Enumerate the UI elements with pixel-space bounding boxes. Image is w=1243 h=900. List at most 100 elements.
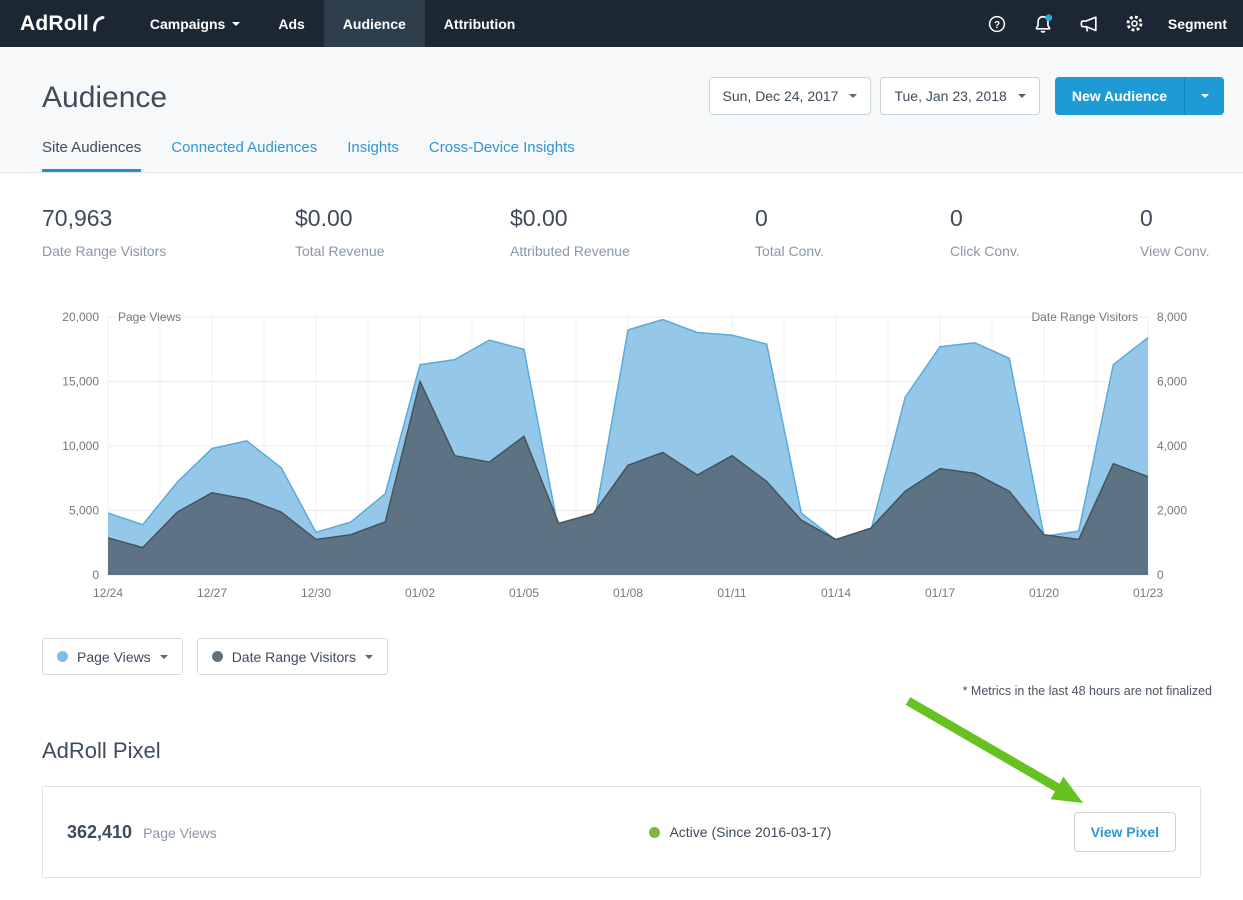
- nav-attribution[interactable]: Attribution: [425, 0, 535, 47]
- stat-total-revenue: $0.00 Total Revenue: [295, 205, 510, 259]
- adroll-logo[interactable]: AdRoll: [0, 0, 117, 47]
- svg-text:15,000: 15,000: [62, 375, 99, 389]
- stat-value: 0: [950, 205, 1140, 232]
- top-navbar: AdRoll Campaigns Ads Audience Attributio…: [0, 0, 1243, 47]
- stat-attributed-revenue: $0.00 Attributed Revenue: [510, 205, 755, 259]
- stat-value: $0.00: [295, 205, 510, 232]
- page-title: Audience: [42, 81, 167, 115]
- logo-swoosh-icon: [92, 15, 105, 32]
- tab-connected-audiences[interactable]: Connected Audiences: [171, 139, 317, 172]
- page-header: Audience Sun, Dec 24, 2017 Tue, Jan 23, …: [0, 47, 1243, 173]
- svg-text:0: 0: [1157, 568, 1164, 582]
- chevron-down-icon: [849, 94, 857, 98]
- end-date-picker[interactable]: Tue, Jan 23, 2018: [880, 77, 1039, 115]
- view-pixel-button[interactable]: View Pixel: [1074, 812, 1176, 852]
- svg-text:01/02: 01/02: [405, 586, 435, 600]
- page-views-legend-label: Page Views: [77, 649, 151, 665]
- svg-text:01/05: 01/05: [509, 586, 539, 600]
- nav-campaigns-label: Campaigns: [150, 16, 225, 32]
- nav-campaigns[interactable]: Campaigns: [131, 0, 259, 47]
- svg-text:12/30: 12/30: [301, 586, 331, 600]
- segment-menu[interactable]: Segment: [1168, 16, 1227, 32]
- stat-value: 70,963: [42, 205, 295, 232]
- chevron-down-icon: [232, 22, 240, 26]
- svg-text:4,000: 4,000: [1157, 439, 1187, 453]
- chart-legend: Page Views Date Range Visitors: [42, 638, 1201, 675]
- end-date-label: Tue, Jan 23, 2018: [894, 88, 1006, 104]
- date-range-visitors-legend-dropdown[interactable]: Date Range Visitors: [197, 638, 388, 675]
- chart-canvas: 05,00010,00015,00020,00002,0004,0006,000…: [42, 307, 1201, 609]
- chevron-down-icon: [1201, 94, 1209, 98]
- pixel-status: Active (Since 2016-03-17): [407, 824, 1074, 840]
- svg-text:20,000: 20,000: [62, 310, 99, 324]
- stat-value: 0: [755, 205, 950, 232]
- stat-value: $0.00: [510, 205, 755, 232]
- main-navigation: Campaigns Ads Audience Attribution: [131, 0, 534, 47]
- nav-attribution-label: Attribution: [444, 16, 516, 32]
- svg-text:6,000: 6,000: [1157, 375, 1187, 389]
- date-range-visitors-color-dot: [212, 651, 223, 662]
- nav-audience-label: Audience: [343, 16, 406, 32]
- nav-ads[interactable]: Ads: [259, 0, 323, 47]
- navbar-right: ? Segment: [974, 0, 1243, 47]
- pixel-status-text: Active (Since 2016-03-17): [669, 824, 831, 840]
- chevron-down-icon: [1018, 94, 1026, 98]
- new-audience-split-button: New Audience: [1055, 77, 1224, 115]
- megaphone-icon[interactable]: [1066, 0, 1112, 47]
- svg-text:12/27: 12/27: [197, 586, 227, 600]
- logo-text: AdRoll: [20, 12, 89, 36]
- header-controls: Sun, Dec 24, 2017 Tue, Jan 23, 2018 New …: [709, 77, 1225, 115]
- stat-label: Click Conv.: [950, 243, 1140, 259]
- pixel-page-views: 362,410 Page Views: [67, 822, 407, 843]
- stats-row: 70,963 Date Range Visitors $0.00 Total R…: [0, 173, 1243, 283]
- svg-text:10,000: 10,000: [62, 439, 99, 453]
- svg-text:?: ?: [994, 20, 1000, 31]
- stat-label: View Conv.: [1140, 243, 1210, 259]
- stat-label: Date Range Visitors: [42, 243, 295, 259]
- start-date-picker[interactable]: Sun, Dec 24, 2017: [709, 77, 872, 115]
- nav-ads-label: Ads: [278, 16, 304, 32]
- stat-view-conv: 0 View Conv.: [1140, 205, 1210, 259]
- help-icon[interactable]: ?: [974, 0, 1020, 47]
- adroll-pixel-card: 362,410 Page Views Active (Since 2016-03…: [42, 786, 1201, 878]
- status-dot: [649, 827, 660, 838]
- audience-area-chart: 05,00010,00015,00020,00002,0004,0006,000…: [42, 307, 1201, 614]
- pixel-page-views-value: 362,410: [67, 822, 132, 843]
- svg-text:01/14: 01/14: [821, 586, 851, 600]
- tab-insights[interactable]: Insights: [347, 139, 399, 172]
- svg-text:5,000: 5,000: [69, 504, 99, 518]
- tab-site-audiences[interactable]: Site Audiences: [42, 139, 141, 172]
- pixel-page-views-label: Page Views: [143, 825, 217, 841]
- svg-text:01/08: 01/08: [613, 586, 643, 600]
- chevron-down-icon: [365, 655, 373, 659]
- chevron-down-icon: [160, 655, 168, 659]
- date-range-visitors-legend-label: Date Range Visitors: [232, 649, 356, 665]
- svg-text:Date Range Visitors: Date Range Visitors: [1032, 310, 1139, 324]
- stat-date-range-visitors: 70,963 Date Range Visitors: [42, 205, 295, 259]
- audience-tabs: Site Audiences Connected Audiences Insig…: [0, 115, 1243, 172]
- svg-text:01/11: 01/11: [717, 586, 746, 600]
- svg-text:01/23: 01/23: [1133, 586, 1163, 600]
- new-audience-button[interactable]: New Audience: [1055, 77, 1184, 115]
- tab-cross-device-insights[interactable]: Cross-Device Insights: [429, 139, 575, 172]
- page-views-color-dot: [57, 651, 68, 662]
- new-audience-dropdown-button[interactable]: [1184, 77, 1224, 115]
- bell-icon[interactable]: [1020, 0, 1066, 47]
- svg-text:12/24: 12/24: [93, 586, 123, 600]
- adroll-pixel-heading: AdRoll Pixel: [42, 738, 1201, 764]
- svg-text:2,000: 2,000: [1157, 504, 1187, 518]
- svg-text:01/17: 01/17: [925, 586, 955, 600]
- svg-text:01/20: 01/20: [1029, 586, 1059, 600]
- stat-label: Total Revenue: [295, 243, 510, 259]
- stat-click-conv: 0 Click Conv.: [950, 205, 1140, 259]
- gear-icon[interactable]: [1112, 0, 1158, 47]
- svg-text:8,000: 8,000: [1157, 310, 1187, 324]
- page-views-legend-dropdown[interactable]: Page Views: [42, 638, 183, 675]
- start-date-label: Sun, Dec 24, 2017: [723, 88, 839, 104]
- svg-text:Page Views: Page Views: [118, 310, 181, 324]
- stat-value: 0: [1140, 205, 1210, 232]
- nav-audience[interactable]: Audience: [324, 0, 425, 47]
- metrics-footnote: * Metrics in the last 48 hours are not f…: [0, 684, 1212, 698]
- header-top-row: Audience Sun, Dec 24, 2017 Tue, Jan 23, …: [0, 71, 1243, 115]
- stat-total-conv: 0 Total Conv.: [755, 205, 950, 259]
